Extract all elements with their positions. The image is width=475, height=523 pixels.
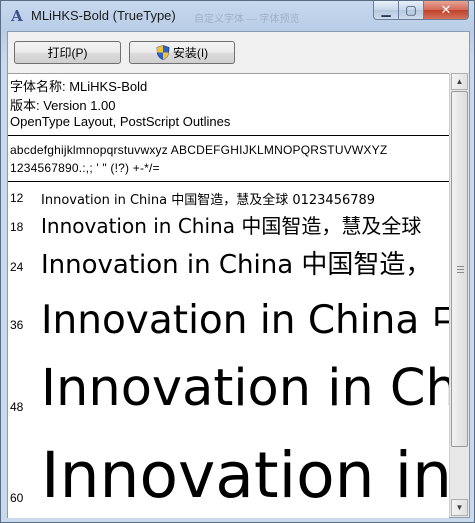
sample-size-label: 18 <box>10 220 24 234</box>
install-button[interactable]: 安装(I) <box>129 41 235 64</box>
font-viewer-window: A MLiHKS-Bold (TrueType) 自定义字体 — 字体预览 ▁ … <box>0 0 475 523</box>
toolbar: 打印(P) 安装(I) <box>8 32 469 73</box>
scroll-down-button[interactable]: ▼ <box>451 499 468 516</box>
divider <box>8 135 449 136</box>
sample-text: Innovation in Ch <box>41 359 449 418</box>
install-button-label: 安装(I) <box>172 46 209 60</box>
sample-text: Innovation in China 中 <box>41 298 449 343</box>
sample-size-label: 48 <box>10 400 24 414</box>
charset-letters: abcdefghijklmnopqrstuvwxyz ABCDEFGHIJKLM… <box>10 143 388 157</box>
caption-buttons: ▁ ▢ ✕ <box>373 1 469 21</box>
minimize-icon: ▁ <box>381 3 391 17</box>
charset-digits-symbols: 1234567890.:,; ' " (!?) +-*/= <box>10 161 160 175</box>
sample-row-60: 60 Innovation in <box>8 434 449 518</box>
chevron-down-icon: ▼ <box>455 503 464 512</box>
window-title: MLiHKS-Bold (TrueType) <box>31 8 176 23</box>
sample-size-label: 12 <box>10 191 24 205</box>
sample-text: Innovation in China 中国智造， <box>41 250 432 280</box>
chevron-up-icon: ▲ <box>455 77 464 86</box>
minimize-button[interactable]: ▁ <box>373 1 399 20</box>
sample-text: Innovation in <box>41 439 449 512</box>
font-type-line: OpenType Layout, PostScript Outlines <box>10 114 231 129</box>
scroll-up-button[interactable]: ▲ <box>451 73 468 90</box>
sample-text: Innovation in China 中国智造，慧及全球 0123456789 <box>41 193 376 208</box>
scroll-thumb[interactable] <box>451 91 468 447</box>
grip-line <box>457 272 464 273</box>
vertical-scrollbar[interactable]: ▲ ▼ <box>449 73 469 517</box>
sample-row-48: 48 Innovation in Ch <box>8 354 449 434</box>
maximize-icon: ▢ <box>405 3 417 17</box>
maximize-button[interactable]: ▢ <box>399 1 424 20</box>
grip-line <box>457 269 464 270</box>
sample-text: Innovation in China 中国智造，慧及全球 <box>41 214 422 238</box>
print-button[interactable]: 打印(P) <box>14 41 121 64</box>
grip-line <box>457 266 464 267</box>
uac-shield-icon <box>156 45 170 60</box>
font-version-line: 版本: Version 1.00 <box>10 98 116 113</box>
font-viewer-icon[interactable]: A <box>9 8 25 24</box>
client-area: 打印(P) 安装(I) 字体名称: MLiHKS-Bold 版本: Versio… <box>7 31 470 518</box>
divider <box>8 181 449 182</box>
close-button[interactable]: ✕ <box>424 1 469 20</box>
sample-size-label: 36 <box>10 318 24 332</box>
close-icon: ✕ <box>440 2 452 17</box>
sample-size-label: 24 <box>10 260 24 274</box>
font-preview-pane[interactable]: 字体名称: MLiHKS-Bold 版本: Version 1.00 OpenT… <box>8 73 449 518</box>
title-bar[interactable]: A MLiHKS-Bold (TrueType) 自定义字体 — 字体预览 ▁ … <box>1 1 474 31</box>
font-name-line: 字体名称: MLiHKS-Bold <box>10 79 148 94</box>
print-button-label: 打印(P) <box>47 46 88 60</box>
sample-row-36: 36 Innovation in China 中 <box>8 284 449 354</box>
sample-size-label: 60 <box>10 491 24 505</box>
background-window-title: 自定义字体 — 字体预览 <box>194 14 300 25</box>
